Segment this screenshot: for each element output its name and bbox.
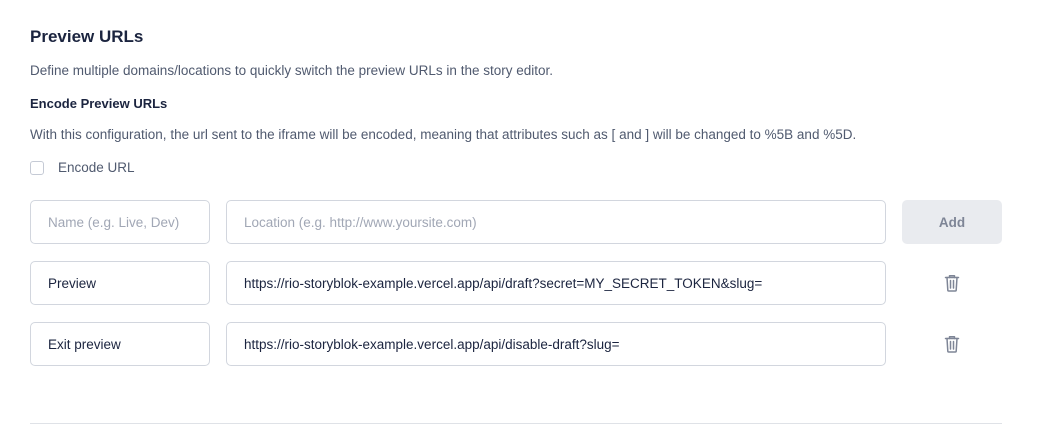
trash-icon[interactable] <box>943 274 961 292</box>
preview-urls-title: Preview URLs <box>30 27 144 46</box>
encode-url-checkbox[interactable] <box>30 160 44 175</box>
encode-url-option[interactable]: Encode URL <box>30 160 135 175</box>
trash-icon[interactable] <box>943 335 961 353</box>
encode-preview-urls-title: Encode Preview URLs <box>30 96 168 111</box>
entry-name-input-exit-preview[interactable] <box>30 322 210 366</box>
section-divider <box>30 423 1002 424</box>
new-name-input[interactable] <box>30 200 210 244</box>
entry-name-input-preview[interactable] <box>30 261 210 305</box>
encode-url-label: Encode URL <box>58 160 135 175</box>
new-location-input[interactable] <box>226 200 886 244</box>
entry-location-input-exit-preview[interactable] <box>226 322 886 366</box>
entry-location-input-preview[interactable] <box>226 261 886 305</box>
add-button[interactable]: Add <box>902 200 1002 244</box>
preview-urls-description: Define multiple domains/locations to qui… <box>30 63 553 78</box>
encode-preview-urls-description: With this configuration, the url sent to… <box>30 127 857 142</box>
